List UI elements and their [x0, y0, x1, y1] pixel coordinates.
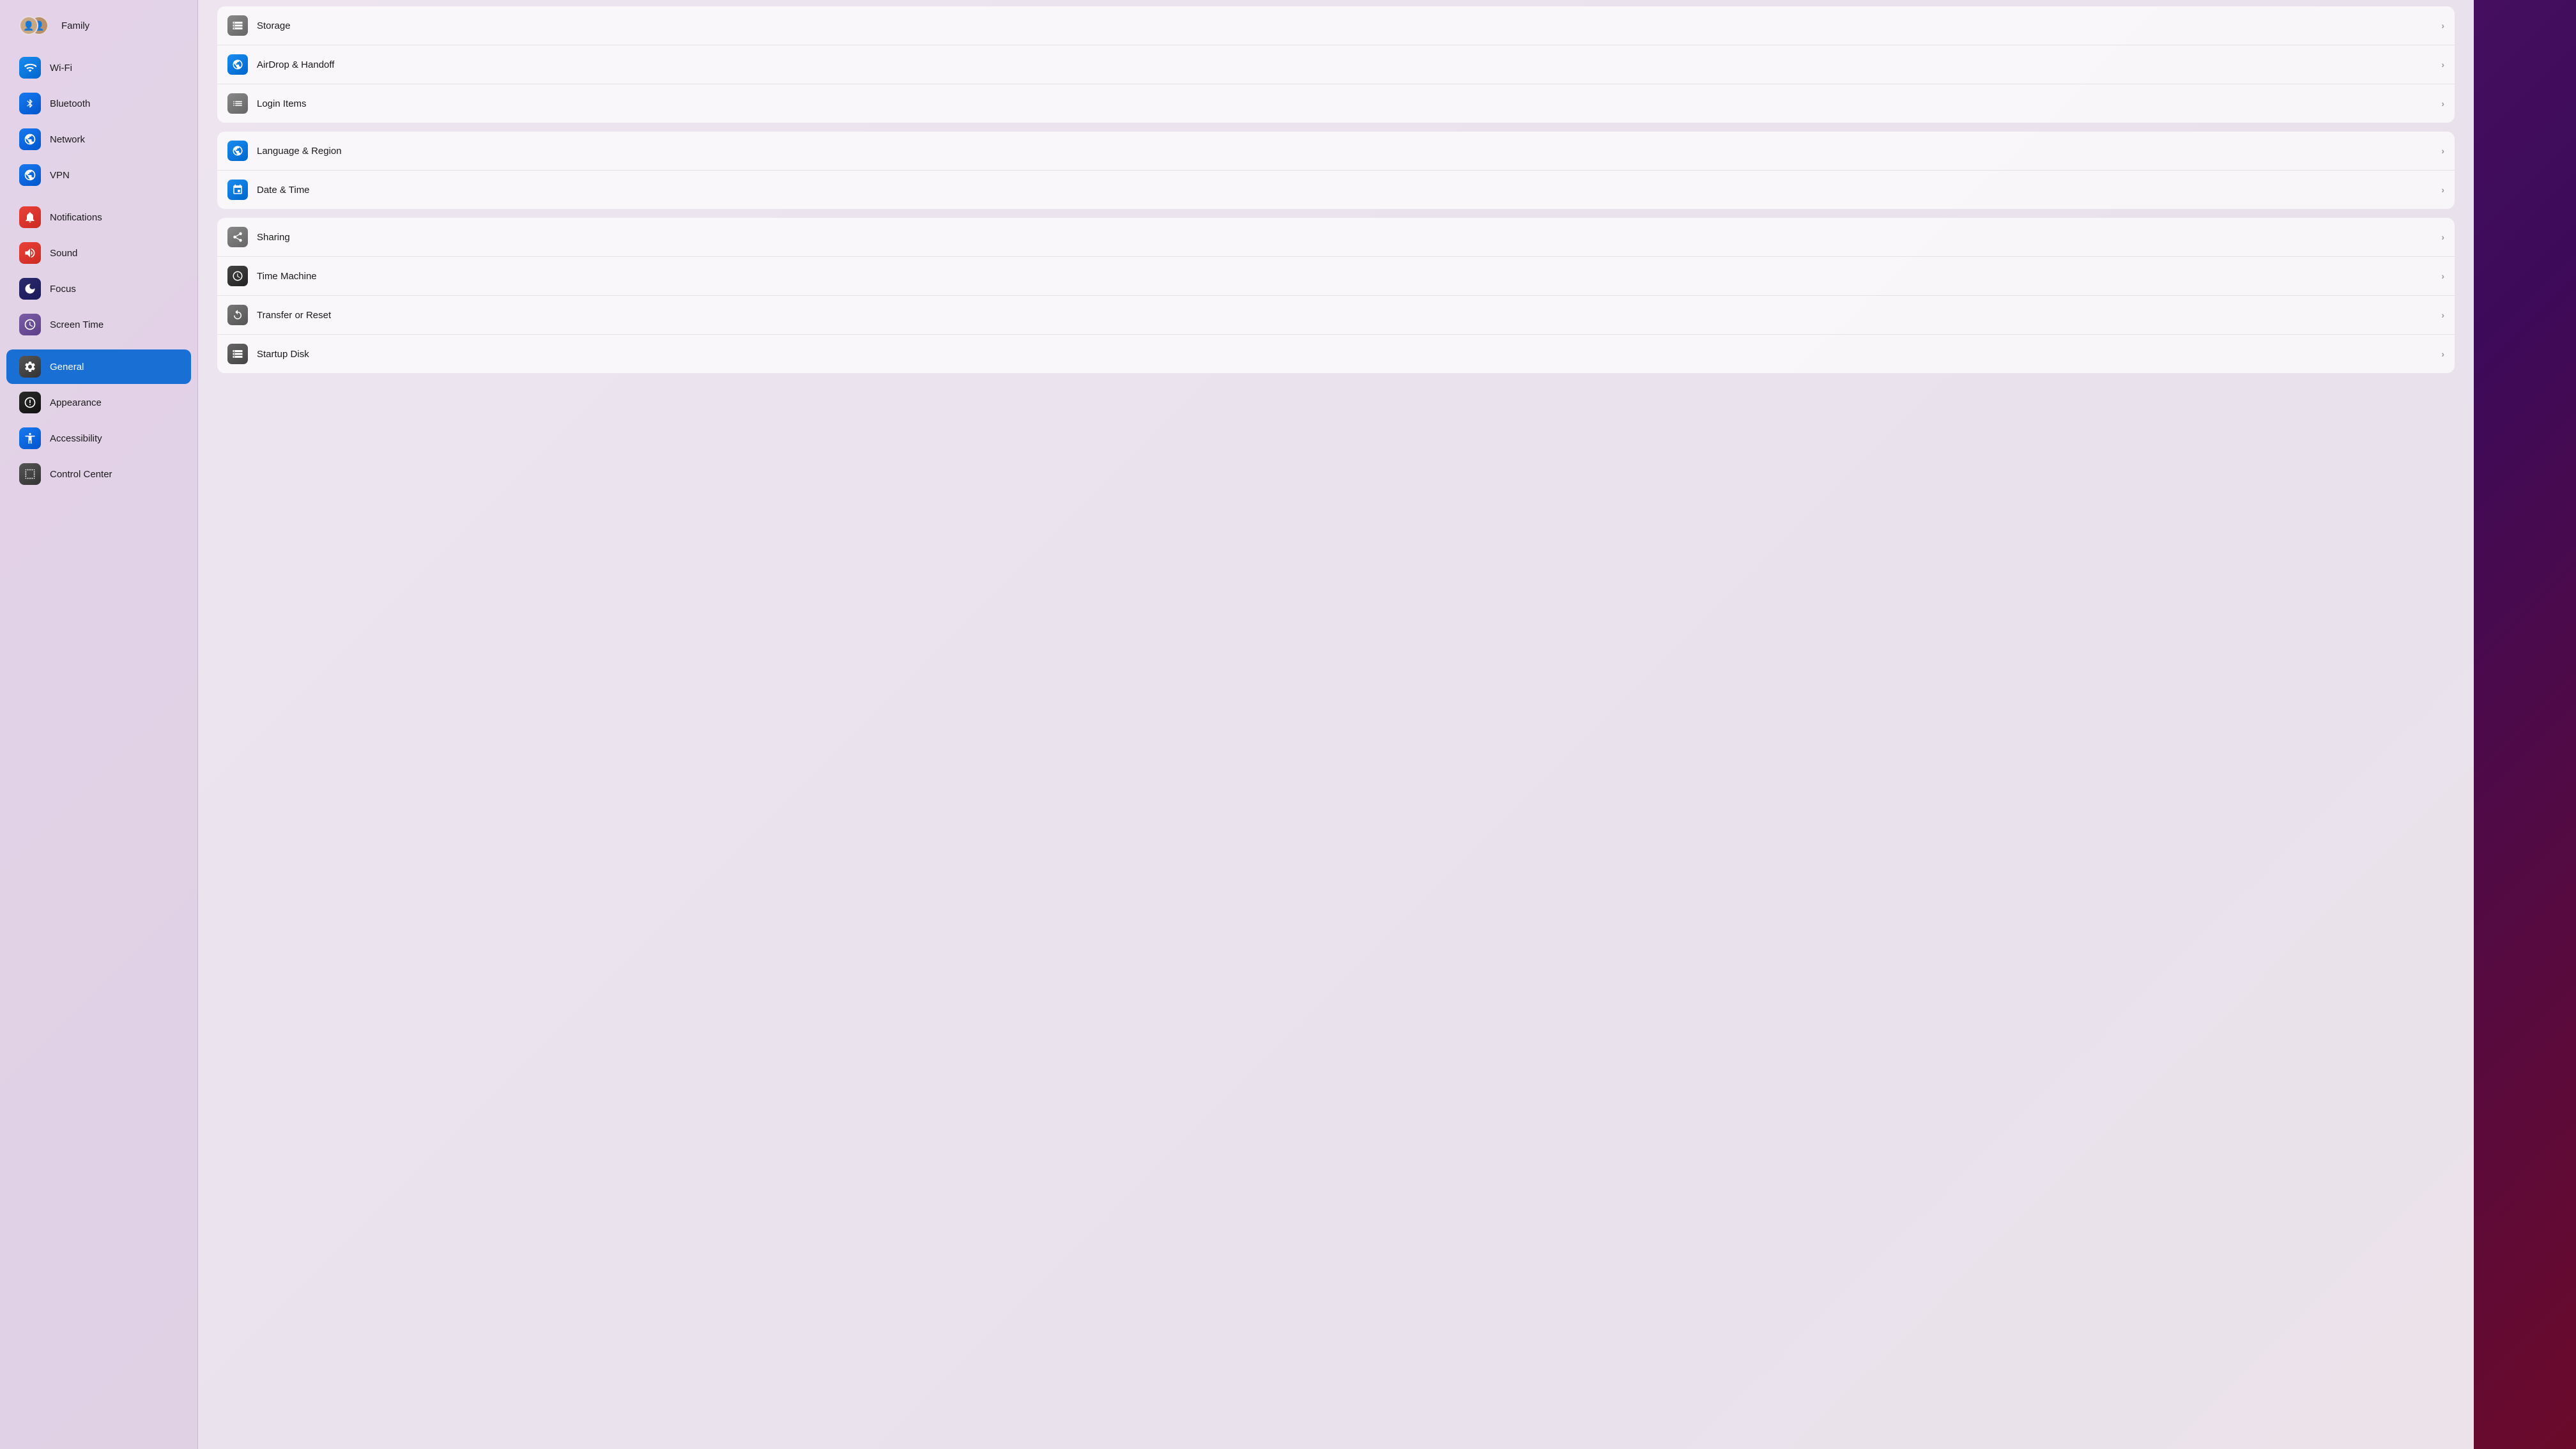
sidebar: 👤 👤 Family Wi-Fi [0, 0, 198, 1449]
controlcenter-label: Control Center [50, 469, 112, 480]
sidebar-item-bluetooth[interactable]: Bluetooth [6, 86, 191, 121]
general-icon [19, 356, 41, 378]
focus-icon [19, 278, 41, 300]
content-row-datetime[interactable]: Date & Time › [217, 171, 2455, 209]
sidebar-item-sound[interactable]: Sound [6, 236, 191, 270]
accessibility-icon [19, 427, 41, 449]
network-icon [19, 128, 41, 150]
bluetooth-label: Bluetooth [50, 98, 90, 109]
family-label: Family [61, 20, 89, 31]
airdrop-chevron: › [2441, 59, 2444, 70]
storage-chevron: › [2441, 20, 2444, 31]
transfer-icon [227, 305, 248, 325]
timemachine-chevron: › [2441, 271, 2444, 281]
datetime-label: Date & Time [257, 185, 2432, 195]
loginitems-chevron: › [2441, 98, 2444, 109]
storage-icon [227, 15, 248, 36]
sharing-chevron: › [2441, 232, 2444, 242]
appearance-label: Appearance [50, 397, 102, 408]
storage-label: Storage [257, 20, 2432, 31]
notifications-label: Notifications [50, 212, 102, 223]
content-row-airdrop[interactable]: AirDrop & Handoff › [217, 45, 2455, 84]
content-row-startup[interactable]: Startup Disk › [217, 335, 2455, 373]
system-preferences-window: 👤 👤 Family Wi-Fi [0, 0, 2576, 1449]
screentime-icon [19, 314, 41, 335]
sidebar-item-notifications[interactable]: Notifications [6, 200, 191, 234]
language-icon [227, 141, 248, 161]
main-content: Storage › AirDrop & Handoff › [198, 0, 2474, 1449]
accessibility-label: Accessibility [50, 433, 102, 444]
content-list: Storage › AirDrop & Handoff › [198, 0, 2474, 395]
loginitems-label: Login Items [257, 98, 2432, 109]
sidebar-item-wifi[interactable]: Wi-Fi [6, 50, 191, 85]
content-row-storage[interactable]: Storage › [217, 6, 2455, 45]
sidebar-item-controlcenter[interactable]: Control Center [6, 457, 191, 491]
family-avatar: 👤 👤 [19, 15, 52, 36]
right-decorative-area [2474, 0, 2576, 1449]
content-group-3: Sharing › Time Machine › [217, 218, 2455, 373]
startup-chevron: › [2441, 349, 2444, 359]
sound-label: Sound [50, 248, 77, 259]
timemachine-icon [227, 266, 248, 286]
loginitems-icon [227, 93, 248, 114]
sidebar-item-accessibility[interactable]: Accessibility [6, 421, 191, 456]
content-row-loginitems[interactable]: Login Items › [217, 84, 2455, 123]
sidebar-item-family[interactable]: 👤 👤 Family [6, 8, 191, 43]
language-label: Language & Region [257, 146, 2432, 157]
airdrop-label: AirDrop & Handoff [257, 59, 2432, 70]
transfer-label: Transfer or Reset [257, 310, 2432, 321]
sidebar-item-screentime[interactable]: Screen Time [6, 307, 191, 342]
vpn-icon [19, 164, 41, 186]
datetime-chevron: › [2441, 185, 2444, 195]
sidebar-item-network[interactable]: Network [6, 122, 191, 157]
datetime-icon [227, 180, 248, 200]
language-chevron: › [2441, 146, 2444, 156]
appearance-icon [19, 392, 41, 413]
general-label: General [50, 362, 84, 372]
wifi-label: Wi-Fi [50, 63, 72, 73]
sidebar-item-general[interactable]: General [6, 349, 191, 384]
network-label: Network [50, 134, 85, 145]
sharing-icon [227, 227, 248, 247]
transfer-chevron: › [2441, 310, 2444, 320]
content-group-2: Language & Region › Date & Time › [217, 132, 2455, 209]
sidebar-scroll: 👤 👤 Family Wi-Fi [0, 0, 197, 505]
content-row-language[interactable]: Language & Region › [217, 132, 2455, 171]
timemachine-label: Time Machine [257, 271, 2432, 282]
content-row-sharing[interactable]: Sharing › [217, 218, 2455, 257]
content-row-transfer[interactable]: Transfer or Reset › [217, 296, 2455, 335]
sidebar-item-appearance[interactable]: Appearance [6, 385, 191, 420]
controlcenter-icon [19, 463, 41, 485]
avatar-1: 👤 [19, 16, 38, 35]
content-group-1: Storage › AirDrop & Handoff › [217, 6, 2455, 123]
sharing-label: Sharing [257, 232, 2432, 243]
startup-icon [227, 344, 248, 364]
bluetooth-icon [19, 93, 41, 114]
vpn-label: VPN [50, 170, 70, 181]
startup-label: Startup Disk [257, 349, 2432, 360]
sidebar-item-vpn[interactable]: VPN [6, 158, 191, 192]
notifications-icon [19, 206, 41, 228]
wifi-icon [19, 57, 41, 79]
focus-label: Focus [50, 284, 76, 295]
sound-icon [19, 242, 41, 264]
airdrop-icon [227, 54, 248, 75]
content-row-timemachine[interactable]: Time Machine › [217, 257, 2455, 296]
screentime-label: Screen Time [50, 319, 103, 330]
sidebar-item-focus[interactable]: Focus [6, 272, 191, 306]
